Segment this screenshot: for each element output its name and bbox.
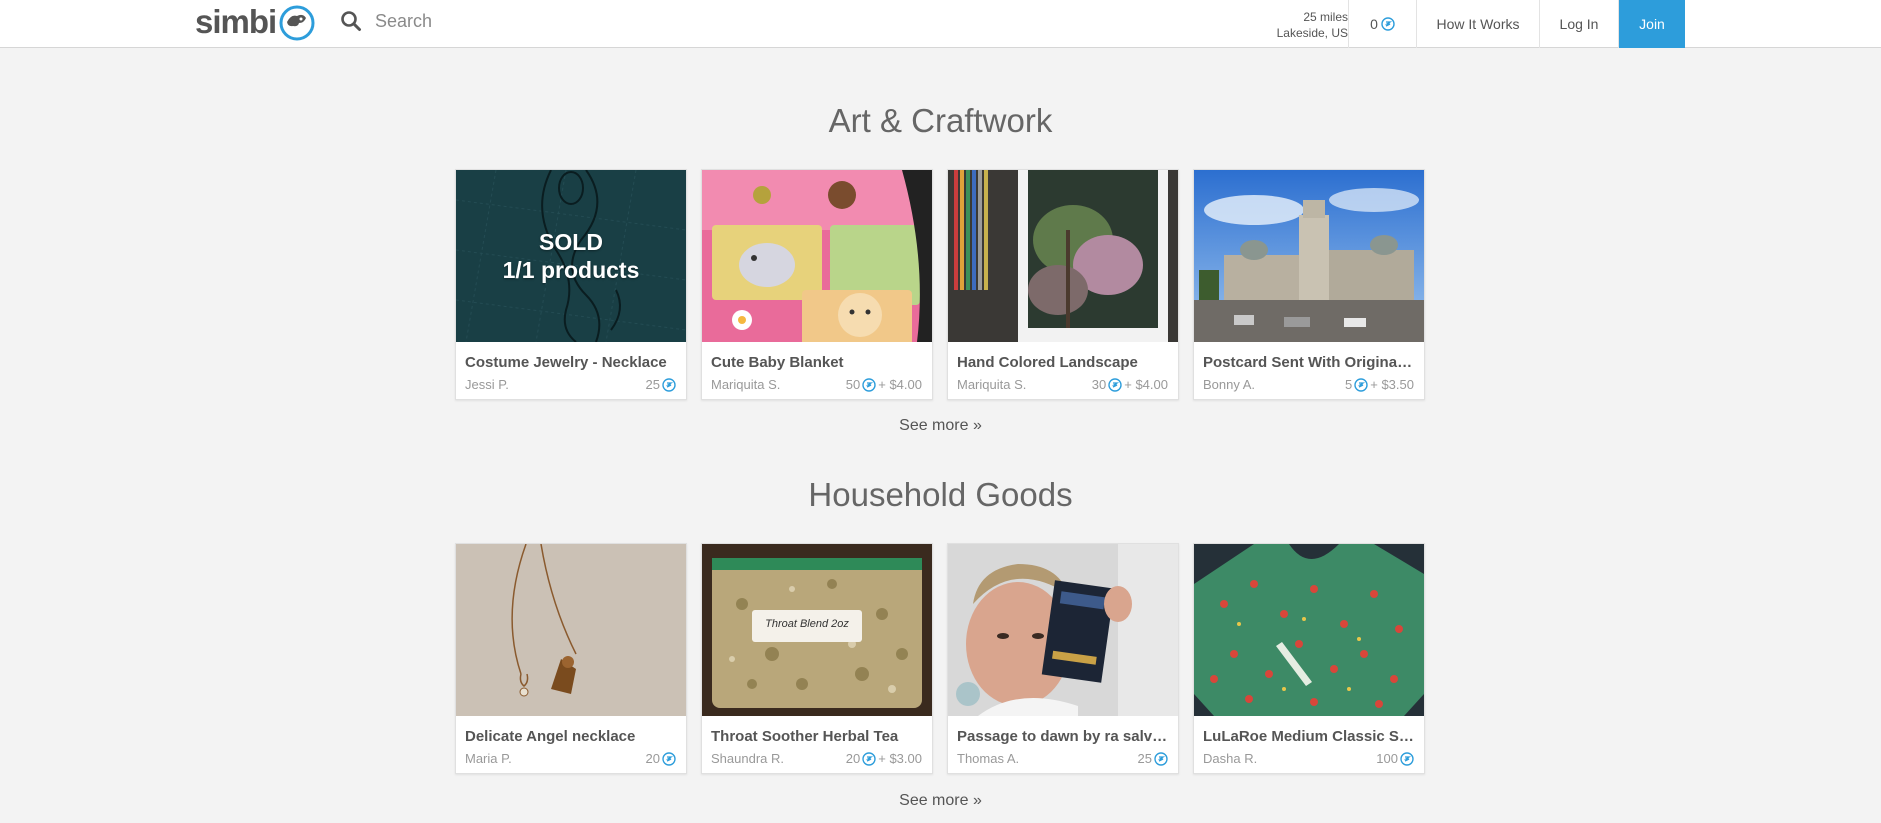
join-button[interactable]: Join [1619,0,1685,48]
price-value: 25 [645,377,660,392]
product-card[interactable]: Delicate Angel necklace Maria P. 20 [455,543,687,774]
product-owner: Bonny A. [1203,377,1256,392]
product-image [1194,170,1424,342]
tea-bag-label: Throat Blend 2oz [765,618,849,630]
shipping-cost: + $4.00 [1124,377,1168,392]
simbi-coin-icon [1400,751,1414,766]
product-title: Postcard Sent With Original Stamp [1203,354,1415,371]
product-card[interactable]: SOLD 1/1 products Costume Jewelry - Neck… [455,169,687,400]
product-price: 30 + $4.00 [1092,377,1168,392]
product-title: Hand Colored Landscape [957,354,1138,371]
simbi-coin-icon [862,751,876,766]
location-selector[interactable]: 25 miles Lakeside, US [1244,0,1348,48]
product-image [702,170,932,342]
top-navbar: simbi 25 miles Lakeside, US 0 How It Wor… [0,0,1881,48]
search-input[interactable] [375,10,775,32]
sold-count: 1/1 products [502,257,640,283]
product-image [948,170,1178,342]
shipping-cost: + $4.00 [878,377,922,392]
product-title: Passage to dawn by ra salvatore [957,728,1169,745]
points-balance[interactable]: 0 [1349,0,1416,48]
see-more-art-link[interactable]: See more » [0,417,1881,435]
section-title-art-craftwork: Art & Craftwork [828,102,1053,139]
product-owner: Mariquita S. [957,377,1027,392]
price-value: 100 [1376,751,1398,766]
sold-overlay: SOLD 1/1 products [456,228,686,284]
how-it-works-link[interactable]: How It Works [1417,0,1539,48]
price-value: 30 [1091,377,1107,392]
simbi-coin-icon [862,377,876,392]
price-value: 50 [845,377,861,392]
product-owner: Jessi P. [465,377,509,392]
product-title: LuLaRoe Medium Classic Shirt [1203,728,1415,745]
product-title: Cute Baby Blanket [711,354,844,371]
simbi-coin-icon [1354,377,1368,392]
section-title-household-goods: Household Goods [808,476,1073,513]
see-more-household-link[interactable]: See more » [0,792,1881,810]
product-image [948,544,1178,716]
product-owner: Mariquita S. [711,377,781,392]
logo-coin-icon [279,5,315,41]
product-image: SOLD 1/1 products [456,170,686,342]
product-card[interactable]: Passage to dawn by ra salvatore Thomas A… [947,543,1179,774]
price-value: 25 [1137,751,1152,766]
product-card[interactable]: LuLaRoe Medium Classic Shirt Dasha R. 10… [1193,543,1425,774]
product-title: Delicate Angel necklace [465,728,636,745]
search-icon[interactable] [340,10,362,32]
simbi-coin-icon [1154,751,1168,766]
search-bar [340,8,775,34]
product-owner: Maria P. [465,751,512,766]
product-owner: Shaundra R. [711,751,784,766]
simbi-coin-icon [1108,377,1122,392]
product-owner: Thomas A. [957,751,1020,766]
simbi-logo[interactable]: simbi [195,2,317,42]
product-card[interactable]: Hand Colored Landscape Mariquita S. 30 +… [947,169,1179,400]
product-image [1194,544,1424,716]
product-card[interactable]: Postcard Sent With Original Stamp Bonny … [1193,169,1425,400]
product-title: Throat Soother Herbal Tea [711,728,899,745]
location-distance: 25 miles [1303,10,1348,24]
sold-label: SOLD [539,229,603,255]
shipping-cost: + $3.50 [1370,377,1414,392]
product-price: 20 [646,751,676,766]
price-value: 20 [645,751,660,766]
log-in-link[interactable]: Log In [1540,0,1618,48]
product-card[interactable]: Throat Blend 2oz Throat Soother Herbal T… [701,543,933,774]
simbi-coin-icon [662,377,676,392]
simbi-coin-icon [1381,17,1395,31]
product-price: 25 [1138,751,1168,766]
points-value: 0 [1370,16,1378,32]
product-price: 50 + $4.00 [846,377,922,392]
product-title: Costume Jewelry - Necklace [465,354,667,371]
product-price: 25 [646,377,676,392]
product-owner: Dasha R. [1203,751,1258,766]
product-price: 100 [1376,751,1414,766]
product-image [456,544,686,716]
price-value: 5 [1345,377,1353,392]
price-value: 20 [845,751,861,766]
location-place: Lakeside, US [1276,26,1348,40]
product-price: 5 + $3.50 [1345,377,1414,392]
logo-text: simbi [195,3,277,40]
product-card[interactable]: Cute Baby Blanket Mariquita S. 50 + $4.0… [701,169,933,400]
simbi-coin-icon [662,751,676,766]
product-price: 20 + $3.00 [846,751,922,766]
shipping-cost: + $3.00 [878,751,922,766]
product-image: Throat Blend 2oz [702,544,932,716]
